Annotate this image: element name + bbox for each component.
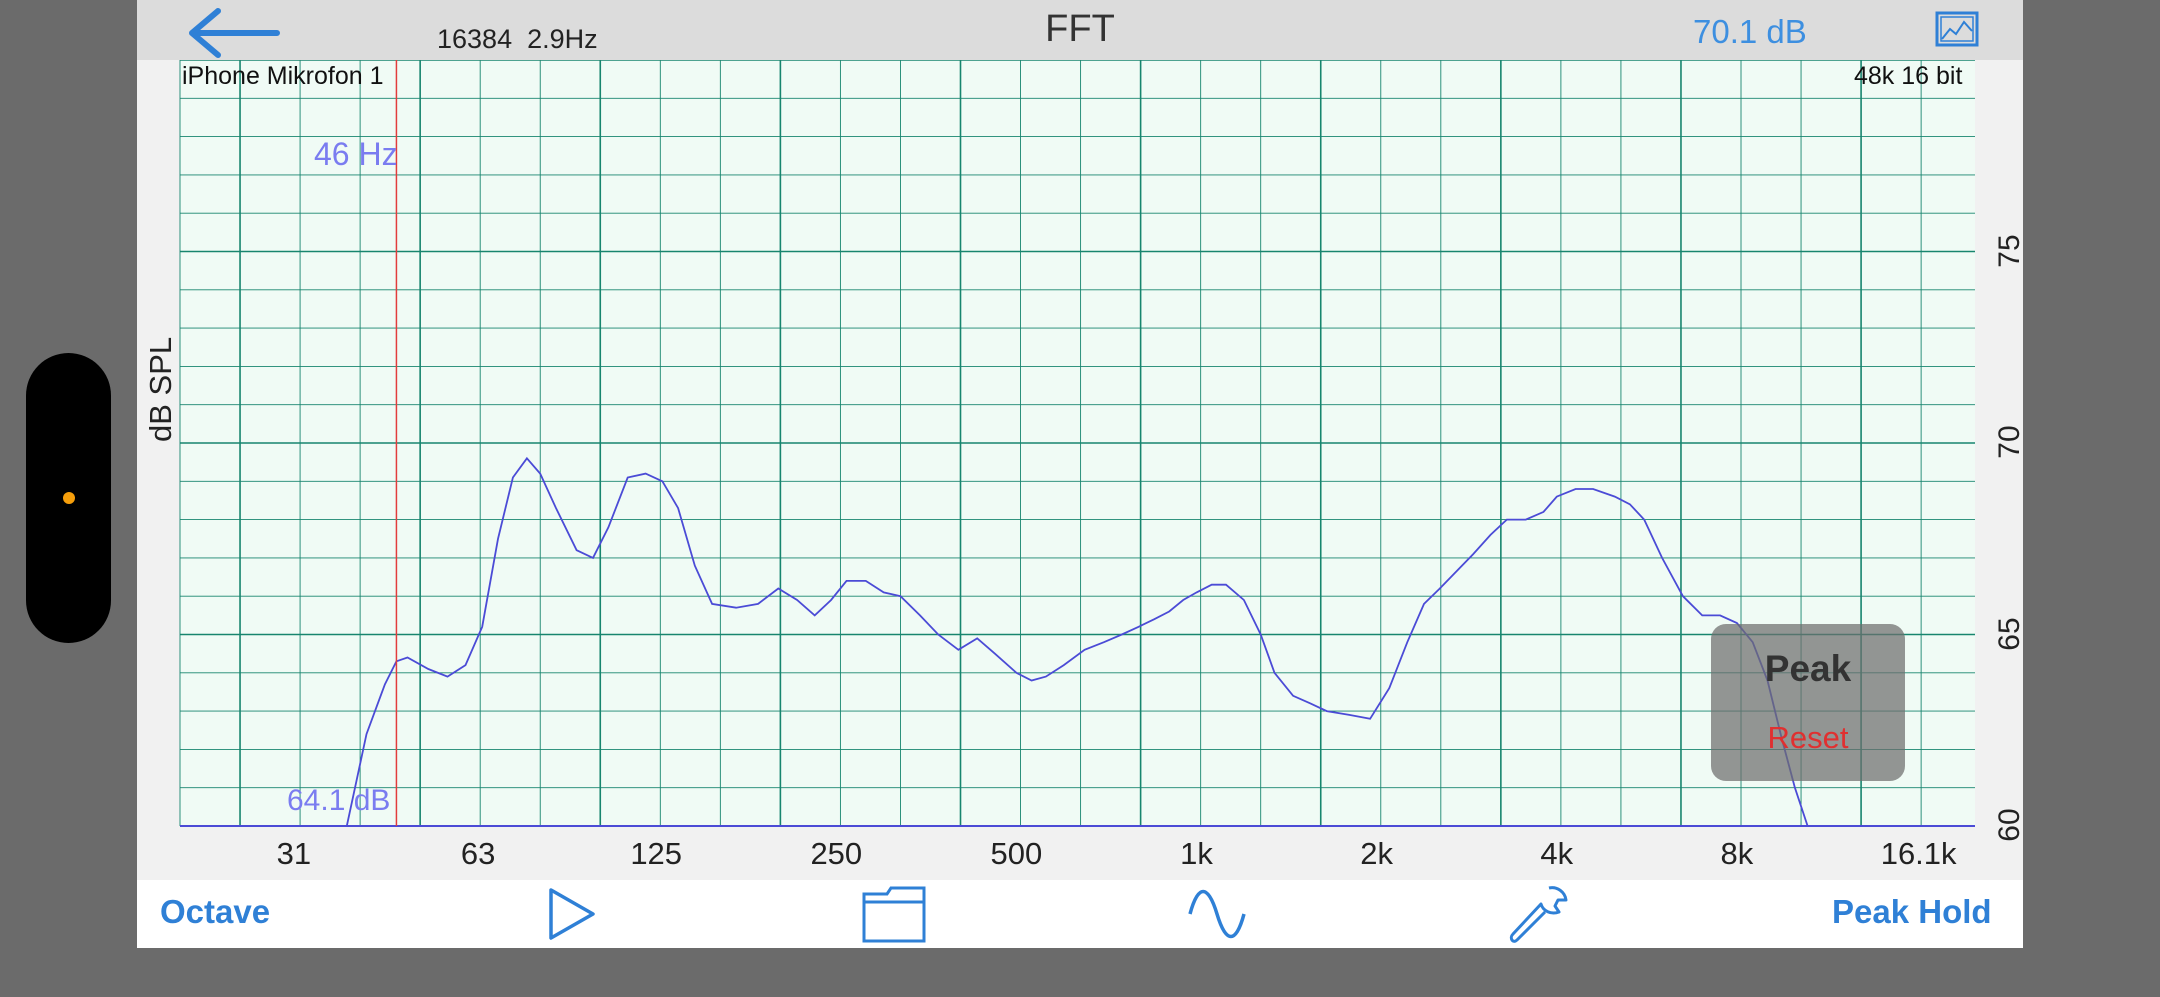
x-tick-label: 125 [630, 836, 683, 871]
reset-button[interactable]: Reset [1711, 720, 1905, 756]
side-handle[interactable] [26, 353, 111, 643]
x-tick-label: 2k [1360, 836, 1394, 871]
x-tick-label: 16.1k [1880, 836, 1957, 871]
top-bar: 16384 2.9Hz FFT 70.1 dB [137, 0, 2023, 60]
x-tick-label: 1k [1180, 836, 1213, 871]
play-icon[interactable] [543, 884, 599, 944]
sine-wave-icon[interactable] [1186, 884, 1248, 944]
app-screen: 16384 2.9Hz FFT 70.1 dB iPhone Mikrofon … [137, 0, 2026, 948]
folder-icon[interactable] [861, 884, 927, 944]
x-tick-label: 500 [990, 836, 1043, 871]
y-tick-label: 75 [1993, 233, 2026, 268]
peak-panel: Peak Reset [1711, 624, 1905, 781]
wrench-icon[interactable] [1505, 884, 1571, 948]
x-tick-label: 31 [276, 836, 312, 871]
recording-indicator-dot [63, 492, 75, 504]
x-tick-label: 63 [460, 836, 496, 871]
x-tick-label: 4k [1540, 836, 1574, 871]
plot-grid [179, 60, 1975, 827]
spectrum-trace [345, 456, 1809, 827]
device-label: iPhone Mikrofon 1 [182, 62, 384, 90]
octave-button[interactable]: Octave [160, 893, 270, 931]
peak-button[interactable]: Peak [1711, 648, 1905, 690]
y-tick-label: 60 [1993, 808, 2026, 842]
y-tick-label: 65 [1993, 616, 2026, 651]
format-label: 48k 16 bit [1854, 62, 1963, 90]
cursor-level-readout: 64.1 dB [287, 784, 391, 817]
image-icon[interactable] [1935, 11, 1979, 47]
cursor-frequency-readout: 46 Hz [314, 136, 398, 172]
bottom-toolbar: Octave Peak Hold [137, 880, 2023, 948]
level-readout: 70.1 dB [1693, 13, 1807, 50]
x-tick-label: 250 [810, 836, 863, 871]
peak-hold-button[interactable]: Peak Hold [1832, 893, 1992, 931]
y-axis-title: dB SPL [143, 336, 178, 442]
y-tick-label: 70 [1993, 425, 2026, 459]
x-tick-label: 8k [1720, 836, 1754, 871]
